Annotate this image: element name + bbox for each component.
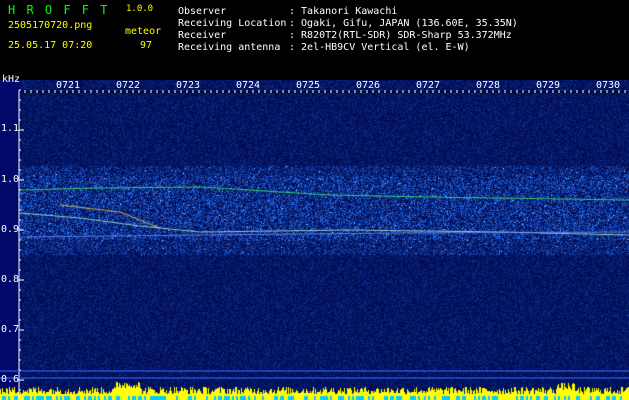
info-label-antenna: Receiving antenna — [178, 42, 281, 53]
x-tick-label: 0729 — [536, 80, 561, 91]
x-tick-label: 0728 — [476, 80, 501, 91]
x-tick-label: 0723 — [176, 80, 201, 91]
info-value-location: : Ogaki, Gifu, JAPAN (136.60E, 35.35N) — [289, 18, 518, 29]
info-value-antenna: : 2el-HB9CV Vertical (el. E-W) — [289, 42, 470, 53]
datetime: 25.05.17 07:20 — [8, 40, 93, 51]
spectrogram — [0, 80, 629, 400]
filename: 2505170720.png — [8, 20, 93, 31]
y-tick-label: 1.1 — [1, 123, 20, 134]
info-value-observer: : Takanori Kawachi — [289, 6, 398, 17]
y-tick-label: 0.9 — [1, 224, 20, 235]
x-tick-label: 0726 — [356, 80, 381, 91]
y-unit-label: kHz — [2, 74, 21, 85]
x-tick-label: 0721 — [56, 80, 81, 91]
y-tick-label: 0.8 — [1, 274, 20, 285]
x-tick-label: 0722 — [116, 80, 141, 91]
info-label-location: Receiving Location — [178, 18, 287, 29]
x-tick-label: 0730 — [596, 80, 621, 91]
y-tick-label: 1.0 — [1, 174, 20, 185]
info-value-receiver: : R820T2(RTL-SDR) SDR-Sharp 53.372MHz — [289, 30, 512, 41]
x-tick-label: 0724 — [236, 80, 261, 91]
meteor-count: 97 — [140, 40, 153, 51]
info-label-observer: Observer — [178, 6, 227, 17]
info-label-receiver: Receiver — [178, 30, 227, 41]
x-tick-label: 0727 — [416, 80, 441, 91]
y-tick-label: 0.7 — [1, 324, 20, 335]
y-tick-label: 0.6 — [1, 374, 20, 385]
meteor-label: meteor — [125, 26, 162, 37]
app-version: 1.0.0 — [126, 4, 154, 14]
x-tick-label: 0725 — [296, 80, 321, 91]
app-title: H R O F F T — [8, 3, 110, 17]
